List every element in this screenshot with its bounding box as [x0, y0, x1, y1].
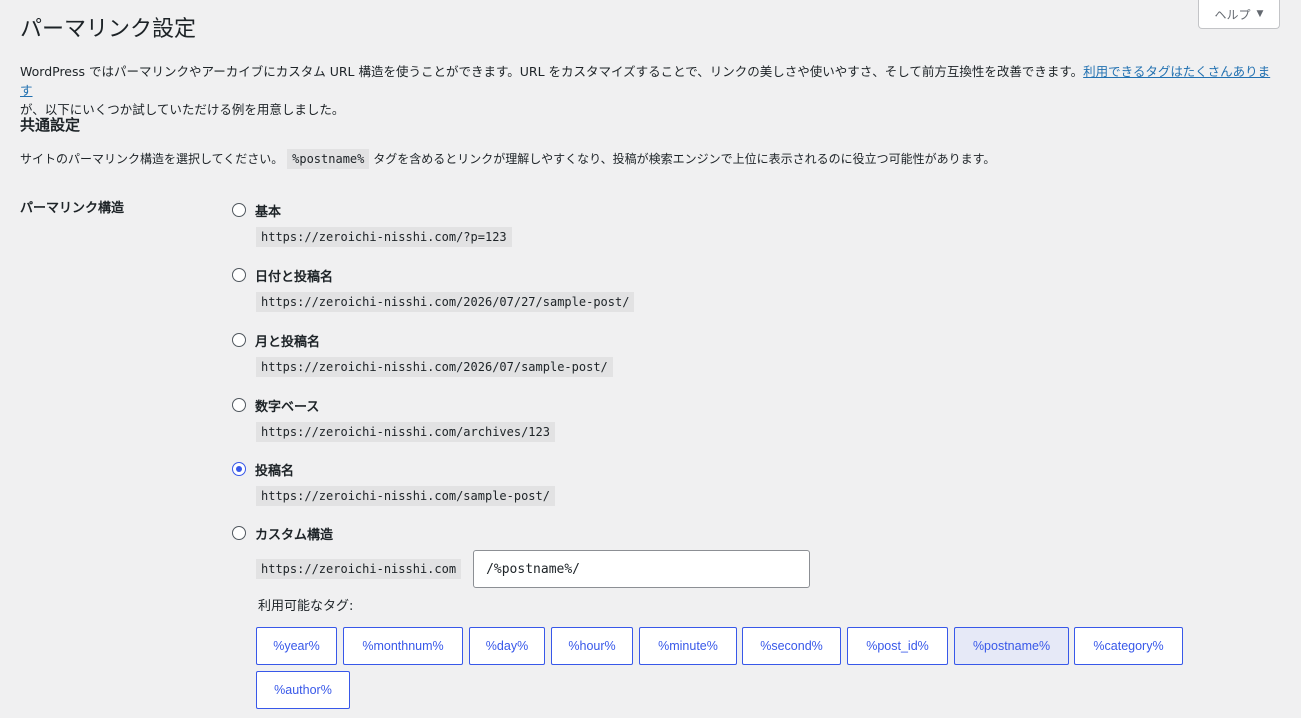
radio-option-3[interactable]: [232, 398, 246, 412]
option-url-example: https://zeroichi-nisshi.com/sample-post/: [256, 486, 555, 506]
option-url-example: https://zeroichi-nisshi.com/archives/123: [256, 422, 555, 442]
custom-structure-row: https://zeroichi-nisshi.com: [256, 550, 811, 588]
intro-text: WordPress ではパーマリンクやアーカイブにカスタム URL 構造を使うこ…: [20, 64, 1271, 117]
option-url-example: https://zeroichi-nisshi.com/2026/07/27/s…: [256, 292, 635, 312]
common-settings-description: サイトのパーマリンク構造を選択してください。 %postname% タグを含める…: [20, 148, 995, 170]
radio-option-2[interactable]: [232, 333, 246, 347]
option-url-example: https://zeroichi-nisshi.com/2026/07/samp…: [256, 357, 613, 377]
tag-button-day[interactable]: %day%: [469, 627, 545, 665]
option-label: 投稿名: [255, 463, 295, 479]
radio-option-4[interactable]: [232, 462, 246, 476]
help-button[interactable]: ヘルプ ▼: [1198, 0, 1280, 29]
option-0[interactable]: 基本 https://zeroichi-nisshi.com/?p=123: [232, 200, 512, 247]
option-label-custom: カスタム構造: [255, 527, 334, 543]
option-custom[interactable]: カスタム構造: [232, 523, 333, 543]
option-2[interactable]: 月と投稿名 https://zeroichi-nisshi.com/2026/07…: [232, 330, 613, 377]
tag-button-minute[interactable]: %minute%: [639, 627, 737, 665]
tag-button-postname[interactable]: %postname%: [954, 627, 1069, 665]
caret-down-icon: ▼: [1256, 9, 1264, 19]
tag-button-author[interactable]: %author%: [256, 671, 350, 709]
radio-option-0[interactable]: [232, 203, 246, 217]
tag-button-category[interactable]: %category%: [1074, 627, 1183, 665]
common-settings-heading: 共通設定: [20, 116, 81, 134]
radio-option-1[interactable]: [232, 268, 246, 282]
option-label: 月と投稿名: [255, 334, 321, 350]
help-button-label: ヘルプ: [1214, 7, 1251, 22]
tag-button-second[interactable]: %second%: [742, 627, 841, 665]
postname-code: %postname%: [287, 149, 370, 169]
option-url-example: https://zeroichi-nisshi.com/?p=123: [256, 227, 512, 247]
option-3[interactable]: 数字ベース https://zeroichi-nisshi.com/archive…: [232, 395, 555, 442]
available-tags-label: 利用可能なタグ:: [258, 599, 354, 614]
custom-base-url: https://zeroichi-nisshi.com: [256, 559, 462, 579]
tag-button-monthnum[interactable]: %monthnum%: [343, 627, 463, 665]
tag-button-hour[interactable]: %hour%: [551, 627, 633, 665]
option-label: 日付と投稿名: [255, 269, 334, 285]
tag-button-year[interactable]: %year%: [256, 627, 337, 665]
custom-structure-input[interactable]: [473, 550, 811, 588]
tag-button-post_id[interactable]: %post_id%: [847, 627, 948, 665]
permalink-structure-label: パーマリンク構造: [20, 201, 125, 216]
page-title: パーマリンク設定: [20, 17, 197, 42]
option-1[interactable]: 日付と投稿名 https://zeroichi-nisshi.com/2026/0…: [232, 265, 635, 312]
radio-custom[interactable]: [232, 526, 246, 540]
option-label: 数字ベース: [255, 399, 320, 415]
option-4[interactable]: 投稿名 https://zeroichi-nisshi.com/sample-po…: [232, 459, 555, 506]
option-label: 基本: [255, 204, 282, 220]
